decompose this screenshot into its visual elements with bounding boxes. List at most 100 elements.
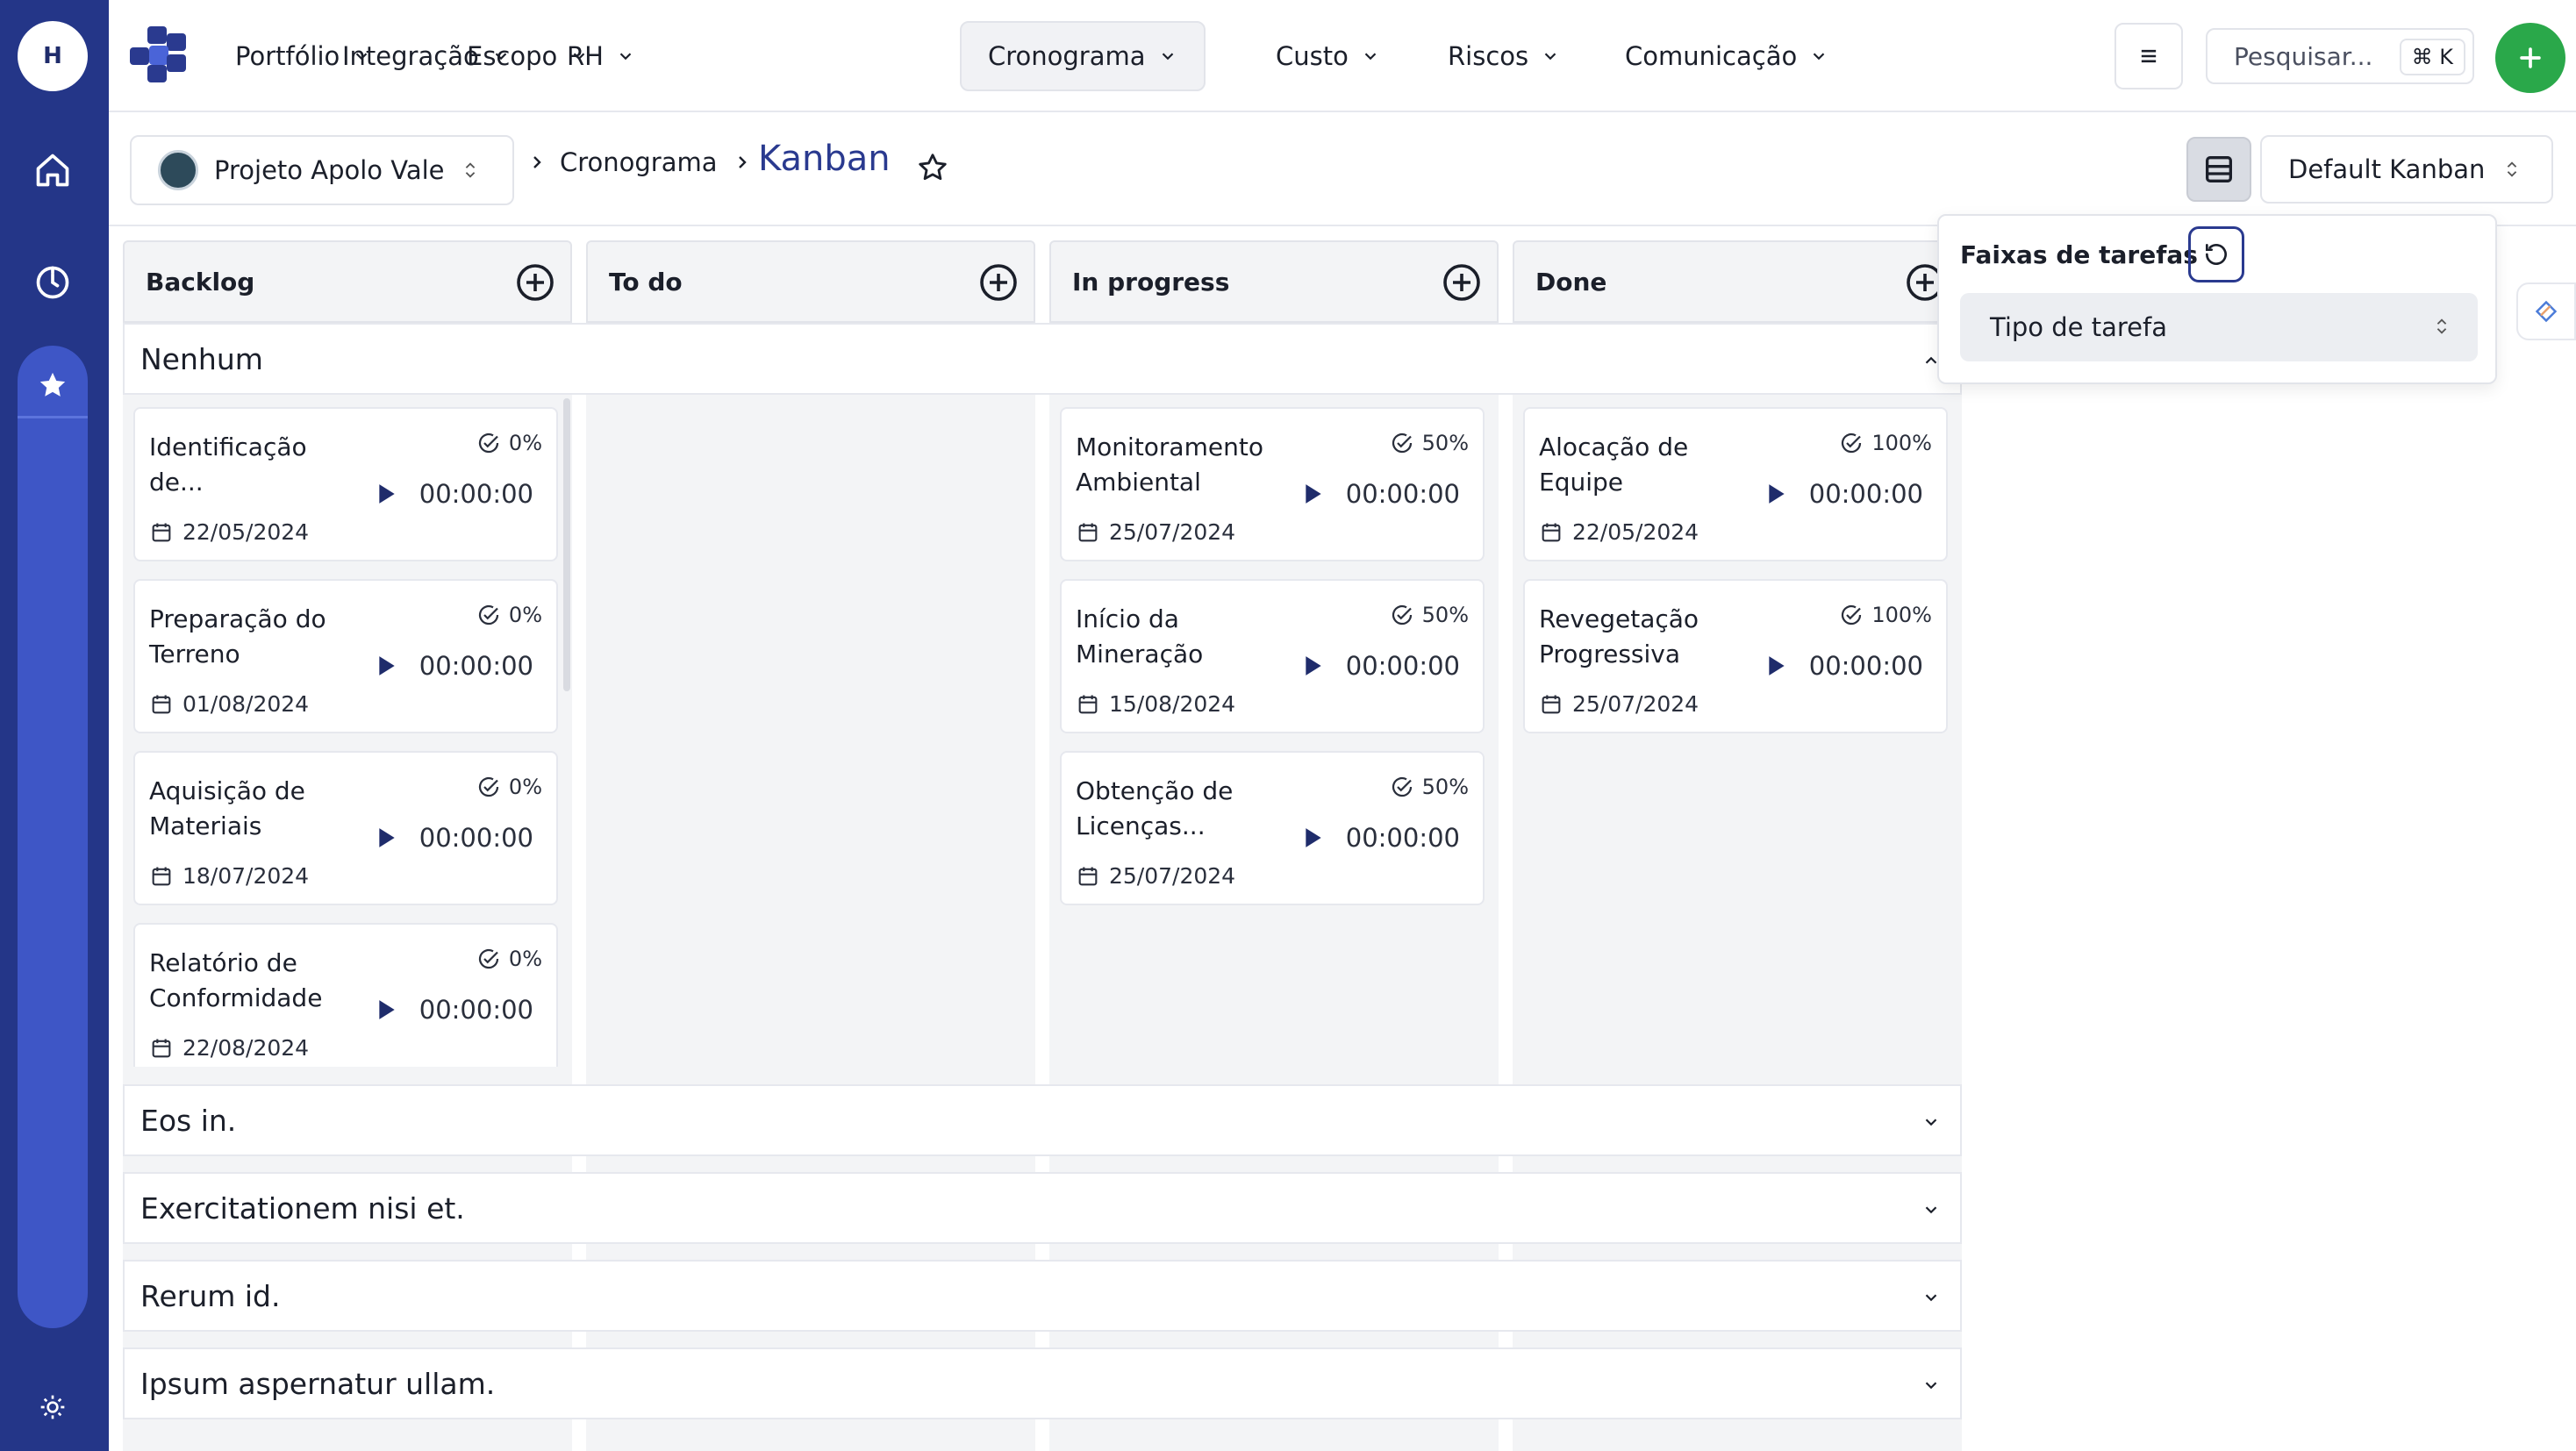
column-title: To do	[609, 267, 683, 297]
timer-value: 00:00:00	[419, 651, 533, 681]
task-timer: 00:00:00	[1767, 479, 1923, 509]
play-icon[interactable]	[1304, 482, 1323, 505]
nav-custo[interactable]: Custo	[1249, 21, 1406, 91]
task-title: Preparação do Terreno	[149, 604, 326, 668]
chevron-down-icon	[1544, 53, 1556, 61]
task-card[interactable]: Obtenção de Licenças... 50% 00:00:00 25/…	[1060, 751, 1485, 905]
task-date: 01/08/2024	[149, 691, 309, 717]
table-view-icon	[2206, 156, 2232, 182]
top-nav: Portfólio Integração Escopo RH Cronogram…	[109, 0, 2576, 112]
side-panel-toggle[interactable]	[2516, 282, 2576, 340]
task-card[interactable]: Preparação do Terreno 0% 00:00:00 01/08/…	[133, 579, 558, 733]
play-icon[interactable]	[377, 654, 397, 677]
breadcrumb-section[interactable]: Cronograma	[560, 147, 718, 177]
progress-value: 0%	[508, 431, 542, 455]
search-input[interactable]: Pesquisar... ⌘ K	[2206, 28, 2474, 84]
task-card[interactable]: Início da Mineração 50% 00:00:00 15/08/2…	[1060, 579, 1485, 733]
task-card[interactable]: Revegetação Progressiva 100% 00:00:00 25…	[1523, 579, 1948, 733]
column-header-backlog: Backlog	[123, 240, 572, 323]
view-select-value: Default Kanban	[2288, 154, 2486, 184]
search-shortcut: ⌘ K	[2399, 39, 2465, 75]
workspace-avatar[interactable]: H	[18, 21, 88, 91]
task-date: 22/05/2024	[1539, 519, 1699, 545]
project-select[interactable]: Projeto Apolo Vale	[130, 135, 514, 205]
star-icon	[919, 154, 947, 181]
lane-header[interactable]: Eos in.	[123, 1084, 1962, 1156]
check-circle-icon	[1842, 432, 1862, 454]
backlog-scrollbar[interactable]	[563, 398, 570, 691]
timer-value: 00:00:00	[419, 479, 533, 509]
task-timer: 00:00:00	[377, 823, 533, 853]
lane-header[interactable]: Rerum id.	[123, 1260, 1962, 1332]
reset-button[interactable]	[2188, 226, 2244, 282]
table-view-button[interactable]	[2186, 137, 2251, 202]
create-button[interactable]	[2495, 23, 2565, 93]
chevron-right-icon	[533, 156, 541, 168]
view-select[interactable]: Default Kanban	[2260, 135, 2553, 204]
progress-value: 0%	[508, 947, 542, 971]
add-circle-icon[interactable]	[514, 261, 556, 304]
favorite-button[interactable]	[916, 151, 949, 188]
column-title: Backlog	[146, 267, 255, 297]
task-card[interactable]: Monitoramento Ambiental 50% 00:00:00 25/…	[1060, 407, 1485, 561]
nav-label: Comunicação	[1625, 41, 1798, 71]
play-icon[interactable]	[377, 482, 397, 505]
task-timer: 00:00:00	[1304, 479, 1460, 509]
task-title: Identificação de...	[149, 432, 307, 497]
progress-value: 0%	[508, 775, 542, 799]
chevron-down-icon	[1925, 1119, 1937, 1126]
home-icon	[36, 154, 69, 187]
nav-comunicacao[interactable]: Comunicação	[1599, 21, 1855, 91]
home-button[interactable]	[18, 135, 88, 205]
check-circle-icon	[478, 776, 499, 797]
timer-value: 00:00:00	[1808, 479, 1923, 509]
play-icon[interactable]	[1767, 654, 1786, 677]
add-circle-icon[interactable]	[977, 261, 1020, 304]
nav-label: Custo	[1276, 41, 1349, 71]
theme-button[interactable]	[18, 1372, 88, 1442]
history-button[interactable]	[18, 247, 88, 318]
task-title: Alocação de Equipe	[1539, 432, 1689, 497]
play-icon[interactable]	[1304, 654, 1323, 677]
task-progress: 50%	[1389, 774, 1469, 800]
logo-icon[interactable]	[128, 26, 190, 84]
task-card[interactable]: Alocação de Equipe 100% 00:00:00 22/05/2…	[1523, 407, 1948, 561]
task-progress: 50%	[1389, 602, 1469, 628]
menu-button[interactable]	[2114, 23, 2183, 89]
task-date: 25/07/2024	[1076, 519, 1235, 545]
nav-cronograma[interactable]: Cronograma	[960, 21, 1206, 91]
lane-type-select[interactable]: Tipo de tarefa	[1960, 293, 2478, 361]
lane-header[interactable]: Exercitationem nisi et.	[123, 1172, 1962, 1244]
nav-rh[interactable]: RH	[540, 21, 662, 91]
project-icon	[158, 150, 198, 190]
column-title: In progress	[1072, 267, 1230, 297]
breadcrumb-bar: Projeto Apolo Vale Cronograma Kanban Def…	[109, 112, 2576, 226]
task-card[interactable]: Relatório de Conformidade 0% 00:00:00 22…	[133, 923, 558, 1067]
play-icon[interactable]	[1767, 482, 1786, 505]
task-title: Relatório de Conformidade	[149, 948, 323, 1012]
task-timer: 00:00:00	[1304, 823, 1460, 853]
updown-icon	[2436, 318, 2447, 334]
play-icon[interactable]	[377, 826, 397, 849]
progress-value: 50%	[1421, 775, 1469, 799]
lane-header[interactable]: Ipsum aspernatur ullam.	[123, 1347, 1962, 1419]
progress-value: 50%	[1421, 431, 1469, 455]
play-icon[interactable]	[377, 998, 397, 1021]
task-progress: 50%	[1389, 430, 1469, 456]
add-circle-icon[interactable]	[1441, 261, 1483, 304]
task-card[interactable]: Aquisição de Materiais 0% 00:00:00 18/07…	[133, 751, 558, 905]
progress-value: 100%	[1871, 431, 1932, 455]
column-header-todo: To do	[586, 240, 1035, 323]
calendar-icon	[1542, 695, 1561, 713]
page-title: Kanban	[758, 139, 891, 179]
lane-title: Eos in.	[140, 1103, 237, 1138]
favorites-button[interactable]	[18, 353, 88, 418]
task-card[interactable]: Identificação de... 0% 00:00:00 22/05/20…	[133, 407, 558, 561]
timer-value: 00:00:00	[419, 995, 533, 1025]
task-date: 15/08/2024	[1076, 691, 1235, 717]
nav-riscos[interactable]: Riscos	[1421, 21, 1586, 91]
lane-header-nenhum[interactable]: Nenhum	[123, 323, 1962, 395]
column-header-done: Done	[1513, 240, 1962, 323]
play-icon[interactable]	[1304, 826, 1323, 849]
date-value: 01/08/2024	[182, 691, 310, 717]
